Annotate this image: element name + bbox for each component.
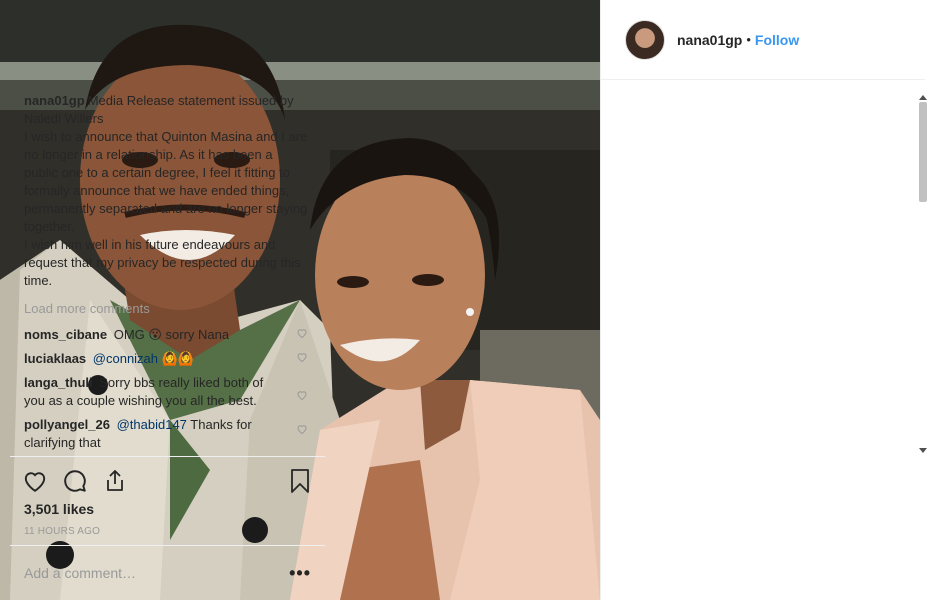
comment-text: OMG 😮 sorry Nana <box>113 327 230 342</box>
comment-item: noms_cibane OMG 😮 sorry Nana <box>24 326 310 344</box>
likes-count[interactable]: 3,501 likes <box>24 501 94 517</box>
share-icon[interactable] <box>100 466 130 496</box>
comment-item: pollyangel_26 @thabid147 Thanks for clar… <box>24 416 310 452</box>
scrollbar-thumb[interactable] <box>919 102 927 202</box>
header-separator: • <box>746 32 751 47</box>
comment-icon[interactable] <box>60 466 90 496</box>
comment-username[interactable]: pollyangel_26 <box>24 417 110 432</box>
comments-scrollbar[interactable] <box>915 92 931 456</box>
author-avatar[interactable] <box>625 19 665 60</box>
bookmark-icon[interactable] <box>285 466 315 496</box>
comment-like-heart-icon[interactable] <box>296 326 308 344</box>
comment-username[interactable]: noms_cibane <box>24 327 107 342</box>
comment-mention[interactable]: @connizah <box>93 351 158 366</box>
comment-like-heart-icon[interactable] <box>296 350 308 368</box>
comment-like-heart-icon[interactable] <box>296 422 308 440</box>
comment-username[interactable]: luciaklaas <box>24 351 86 366</box>
heart-icon[interactable] <box>20 466 50 496</box>
post-actions-bar <box>10 456 325 504</box>
author-username[interactable]: nana01gp <box>677 32 742 48</box>
post-caption: nana01gp Media Release statement issued b… <box>24 92 310 290</box>
comment-input[interactable] <box>24 565 290 581</box>
scroll-up-arrow-icon[interactable] <box>915 92 931 102</box>
comment-item: luciaklaas @connizah 🙆🙆 <box>24 350 310 368</box>
comment-text: 🙆🙆 <box>158 351 195 366</box>
comment-mention[interactable]: @thabid147 <box>117 417 187 432</box>
add-comment-bar: ••• <box>10 545 325 600</box>
load-more-comments-button[interactable]: Load more comments <box>24 300 310 318</box>
comment-item: langa_thuli Sorry bbs really liked both … <box>24 374 310 410</box>
comment-like-heart-icon[interactable] <box>296 388 308 406</box>
post-header: nana01gp • Follow <box>601 0 925 80</box>
comments-list: nana01gp Media Release statement issued b… <box>24 92 310 454</box>
scroll-down-arrow-icon[interactable] <box>915 446 931 456</box>
caption-text-3: I wish him well in his future endeavours… <box>24 237 301 288</box>
caption-text-2: I wish to announce that Quinton Masina a… <box>24 129 308 234</box>
follow-button[interactable]: Follow <box>755 32 799 48</box>
caption-username[interactable]: nana01gp <box>24 93 85 108</box>
more-options-button[interactable]: ••• <box>289 563 311 584</box>
post-timestamp[interactable]: 11 HOURS AGO <box>24 526 100 537</box>
post-side-panel: nana01gp • Follow <box>600 0 935 600</box>
comment-username[interactable]: langa_thuli <box>24 375 93 390</box>
caption-first-line: nana01gp Media Release statement issued b… <box>24 92 310 128</box>
